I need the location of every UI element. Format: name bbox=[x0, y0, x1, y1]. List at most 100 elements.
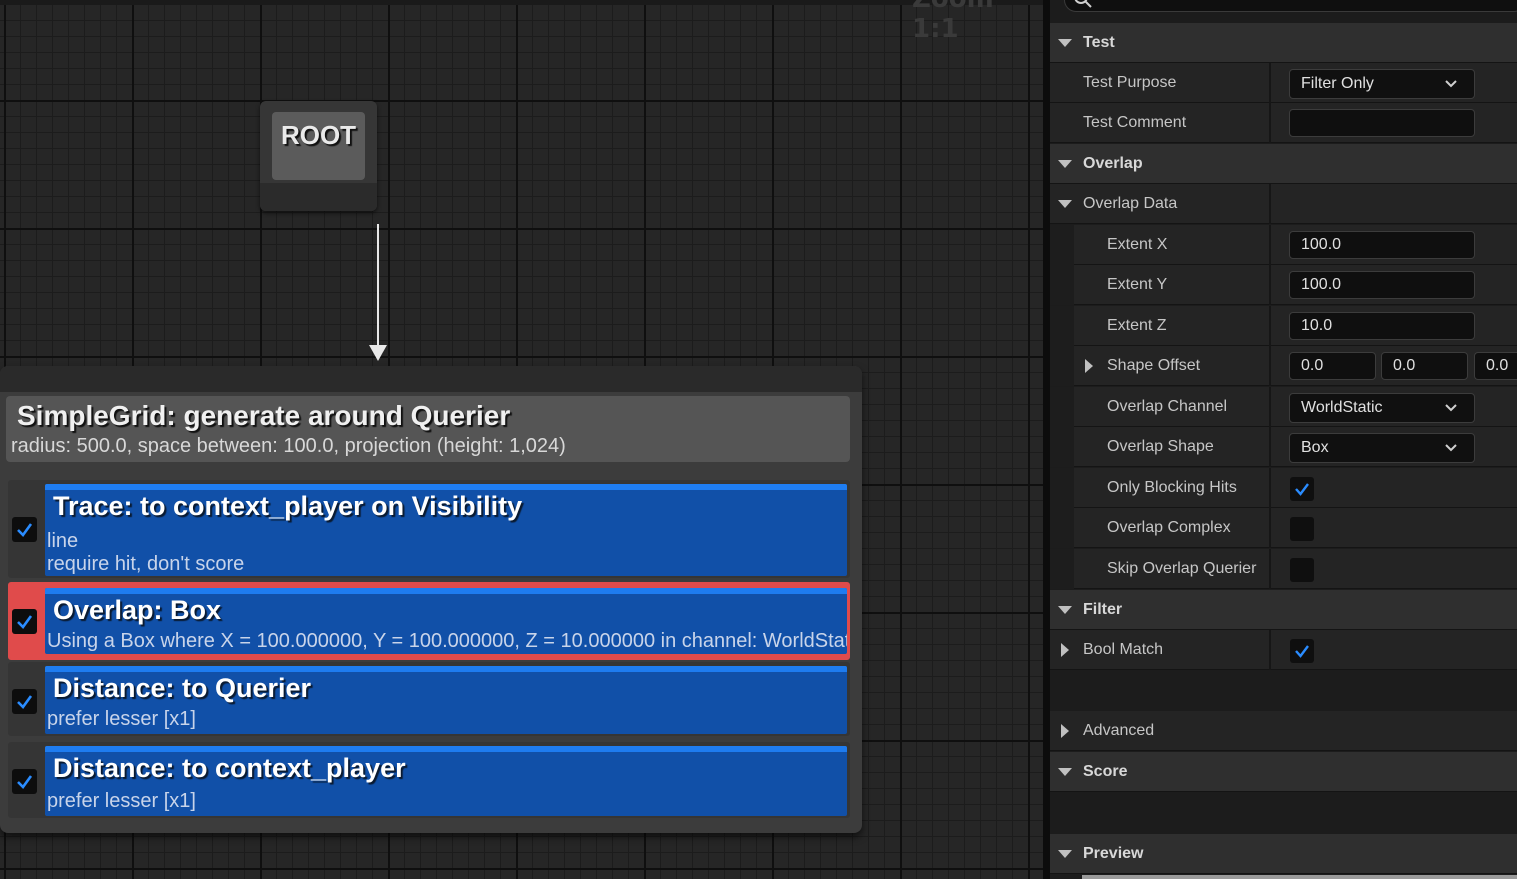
expand-arrow-icon bbox=[1061, 724, 1069, 738]
zoom-label: Zoom 1:1 bbox=[912, 0, 994, 44]
test-card-accent bbox=[45, 484, 847, 490]
column-splitter[interactable] bbox=[1269, 630, 1271, 670]
chevron-down-icon bbox=[1445, 444, 1457, 452]
test-comment-field[interactable] bbox=[1289, 109, 1475, 137]
property-overlap-shape: Overlap Shape Box bbox=[1050, 427, 1517, 467]
category-overlap[interactable]: Overlap bbox=[1050, 144, 1517, 184]
property-overlap-data[interactable]: Overlap Data bbox=[1050, 184, 1517, 224]
check-icon bbox=[1295, 483, 1309, 496]
indent-guide bbox=[1050, 508, 1074, 548]
property-test-comment: Test Comment bbox=[1050, 103, 1517, 143]
check-icon bbox=[17, 775, 33, 789]
overlap-channel-dropdown[interactable]: WorldStatic bbox=[1289, 393, 1475, 423]
indent-guide bbox=[1050, 306, 1074, 346]
test-title: Overlap: Box bbox=[53, 595, 222, 625]
test-title: Distance: to context_player bbox=[53, 753, 406, 783]
chevron-down-icon bbox=[1445, 80, 1457, 88]
test-row-overlap[interactable]: Overlap: Box Using a Box where X = 100.0… bbox=[8, 582, 850, 660]
column-splitter[interactable] bbox=[1269, 387, 1271, 427]
bool-match-checkbox[interactable] bbox=[1290, 639, 1314, 663]
category-label: Filter bbox=[1083, 601, 1123, 618]
category-score[interactable]: Score bbox=[1050, 752, 1517, 792]
column-splitter[interactable] bbox=[1269, 184, 1271, 224]
property-label: Overlap Shape bbox=[1107, 438, 1214, 455]
category-filter[interactable]: Filter bbox=[1050, 590, 1517, 630]
check-icon bbox=[1295, 645, 1309, 658]
shape-offset-z-field[interactable]: 0.0 bbox=[1474, 352, 1517, 380]
test-row-distance-player[interactable]: Distance: to context_player prefer lesse… bbox=[8, 742, 850, 818]
overlap-complex-checkbox[interactable] bbox=[1290, 517, 1314, 541]
category-advanced[interactable]: Advanced bbox=[1050, 711, 1517, 751]
test-card-accent bbox=[45, 746, 847, 752]
property-label: Shape Offset bbox=[1107, 357, 1201, 374]
indent-guide bbox=[1050, 346, 1074, 386]
property-bool-match[interactable]: Bool Match bbox=[1050, 630, 1517, 670]
test-purpose-dropdown[interactable]: Filter Only bbox=[1289, 69, 1475, 99]
category-label: Score bbox=[1083, 763, 1128, 780]
root-node-output-pin[interactable] bbox=[260, 183, 377, 211]
dropdown-value: Box bbox=[1301, 439, 1329, 456]
property-only-blocking-hits: Only Blocking Hits bbox=[1050, 468, 1517, 508]
property-shape-offset[interactable]: Shape Offset 0.0 0.0 0.0 bbox=[1050, 346, 1517, 386]
category-label: Advanced bbox=[1083, 722, 1155, 739]
test-card[interactable]: Trace: to context_player on Visibility l… bbox=[45, 484, 847, 576]
test-card-accent bbox=[45, 588, 847, 594]
column-splitter[interactable] bbox=[1269, 508, 1271, 548]
panel-spacer bbox=[1050, 792, 1517, 834]
test-enable-checkbox[interactable] bbox=[12, 689, 37, 714]
test-card[interactable]: Distance: to Querier prefer lesser [x1] bbox=[45, 666, 847, 734]
skip-overlap-querier-checkbox[interactable] bbox=[1290, 558, 1314, 582]
expand-arrow-icon bbox=[1058, 200, 1072, 208]
shape-offset-y-field[interactable]: 0.0 bbox=[1381, 352, 1468, 380]
column-splitter[interactable] bbox=[1269, 225, 1271, 265]
only-blocking-hits-checkbox[interactable] bbox=[1290, 477, 1314, 501]
indent-guide bbox=[1050, 427, 1074, 467]
category-label: Test bbox=[1083, 34, 1115, 51]
property-label: Overlap Channel bbox=[1107, 398, 1228, 415]
extent-x-field[interactable]: 100.0 bbox=[1289, 231, 1475, 259]
check-icon bbox=[17, 523, 33, 537]
category-test[interactable]: Test bbox=[1050, 23, 1517, 63]
column-splitter[interactable] bbox=[1269, 265, 1271, 305]
property-label: Overlap Data bbox=[1083, 195, 1178, 212]
test-enable-checkbox[interactable] bbox=[12, 769, 37, 794]
column-splitter[interactable] bbox=[1269, 549, 1271, 589]
overlap-shape-dropdown[interactable]: Box bbox=[1289, 433, 1475, 463]
test-enable-checkbox[interactable] bbox=[12, 517, 37, 542]
column-splitter[interactable] bbox=[1269, 63, 1271, 103]
check-icon bbox=[17, 615, 33, 629]
extent-y-field[interactable]: 100.0 bbox=[1289, 271, 1475, 299]
column-splitter[interactable] bbox=[1269, 306, 1271, 346]
details-search-input[interactable] bbox=[1064, 0, 1517, 12]
graph-canvas[interactable]: Zoom 1:1 ROOT SimpleGrid: generate aroun… bbox=[0, 0, 1043, 879]
generator-node[interactable]: SimpleGrid: generate around Querier radi… bbox=[0, 366, 862, 833]
test-row-distance-querier[interactable]: Distance: to Querier prefer lesser [x1] bbox=[8, 662, 850, 736]
property-overlap-channel: Overlap Channel WorldStatic bbox=[1050, 387, 1517, 427]
shape-offset-x-field[interactable]: 0.0 bbox=[1289, 352, 1376, 380]
category-preview[interactable]: Preview bbox=[1050, 834, 1517, 874]
test-card[interactable]: Overlap: Box Using a Box where X = 100.0… bbox=[45, 588, 847, 654]
column-splitter[interactable] bbox=[1269, 346, 1271, 386]
expand-arrow-icon bbox=[1085, 359, 1093, 373]
property-skip-overlap-querier: Skip Overlap Querier bbox=[1050, 549, 1517, 589]
root-node-body: ROOT bbox=[272, 112, 365, 180]
property-label: Skip Overlap Querier bbox=[1107, 560, 1257, 577]
column-splitter[interactable] bbox=[1269, 427, 1271, 467]
test-card[interactable]: Distance: to context_player prefer lesse… bbox=[45, 746, 847, 816]
indent-guide bbox=[1050, 387, 1074, 427]
test-description: require hit, don't score bbox=[47, 553, 245, 575]
test-card-accent bbox=[45, 666, 847, 672]
column-splitter[interactable] bbox=[1269, 103, 1271, 143]
extent-z-field[interactable]: 10.0 bbox=[1289, 312, 1475, 340]
column-splitter[interactable] bbox=[1269, 468, 1271, 508]
test-row-trace[interactable]: Trace: to context_player on Visibility l… bbox=[8, 480, 850, 578]
generator-input-pin[interactable] bbox=[0, 366, 862, 392]
expand-arrow-icon bbox=[1058, 606, 1072, 614]
test-description: prefer lesser [x1] bbox=[47, 708, 196, 730]
property-extent-x: Extent X 100.0 bbox=[1050, 225, 1517, 265]
property-extent-z: Extent Z 10.0 bbox=[1050, 306, 1517, 346]
category-label: Preview bbox=[1083, 845, 1144, 862]
test-enable-checkbox[interactable] bbox=[12, 609, 37, 634]
root-node[interactable]: ROOT bbox=[260, 101, 377, 211]
panel-splitter[interactable] bbox=[1043, 0, 1050, 879]
